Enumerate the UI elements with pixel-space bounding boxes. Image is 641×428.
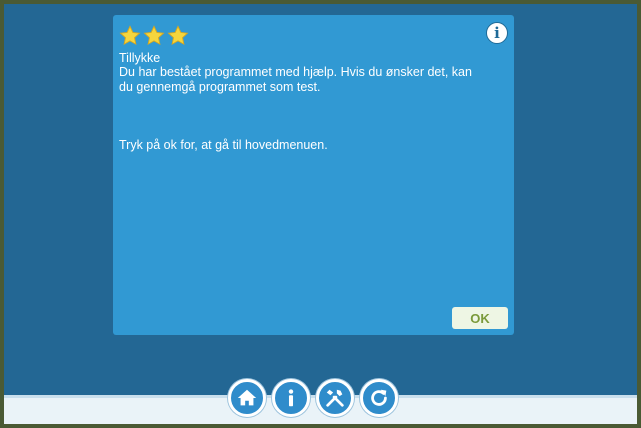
star-icon	[143, 25, 165, 46]
info-icon	[288, 389, 294, 407]
bottom-toolbar	[228, 379, 398, 417]
tools-icon	[326, 389, 344, 407]
refresh-icon	[371, 389, 387, 406]
ok-button[interactable]: OK	[452, 307, 508, 329]
message-dialog: i Tillykke Du har bestået programmet med…	[113, 15, 514, 335]
dialog-instruction: Tryk på ok for, at gå til hovedmenuen.	[119, 138, 328, 152]
dialog-title: Tillykke	[119, 51, 161, 65]
app-frame: i Tillykke Du har bestået programmet med…	[4, 4, 637, 424]
star-rating	[119, 25, 189, 47]
star-icon	[119, 25, 141, 46]
dialog-message: Du har bestået programmet med hjælp. Hvi…	[119, 65, 472, 94]
info-button[interactable]	[272, 379, 310, 417]
refresh-button[interactable]	[360, 379, 398, 417]
home-icon	[237, 389, 257, 406]
tools-button[interactable]	[316, 379, 354, 417]
star-icon	[167, 25, 189, 46]
info-icon[interactable]: i	[486, 22, 508, 44]
home-button[interactable]	[228, 379, 266, 417]
